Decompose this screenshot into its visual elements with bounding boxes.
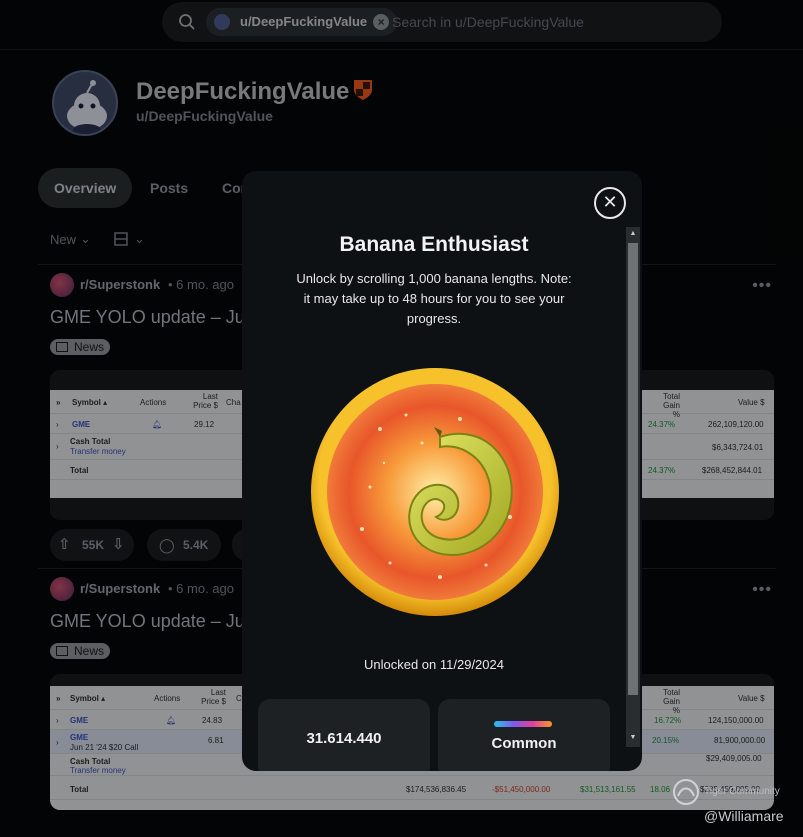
scroll-down-icon[interactable]: ▼ bbox=[628, 733, 638, 743]
rarity-bar bbox=[494, 721, 552, 727]
rarity-label: Common bbox=[491, 735, 557, 752]
achievement-modal: ✕ Banana Enthusiast Unlock by scrolling … bbox=[242, 171, 642, 771]
scrollbar-thumb[interactable] bbox=[628, 243, 638, 695]
banana-medal-image bbox=[311, 368, 559, 616]
unlock-date: Unlocked on 11/29/2024 bbox=[364, 657, 504, 672]
watermark-logo: Tiger Community bbox=[672, 778, 792, 806]
stat-card-rarity: Common bbox=[438, 699, 610, 771]
achievement-description: Unlock by scrolling 1,000 banana lengths… bbox=[296, 271, 572, 326]
achievement-title: Banana Enthusiast bbox=[339, 233, 529, 256]
stat-value: 31.614.440 bbox=[306, 730, 382, 747]
watermark-handle: @Williamare bbox=[704, 808, 784, 824]
tiger-logo-icon bbox=[673, 779, 699, 805]
watermark-brand: Tiger Community bbox=[704, 786, 780, 797]
close-icon[interactable]: ✕ bbox=[594, 187, 626, 219]
profile-page: u/DeepFuckingValue × Search in u/DeepFuc… bbox=[0, 0, 803, 837]
modal-scrollbar[interactable]: ▲ ▼ bbox=[626, 227, 640, 747]
scroll-up-icon[interactable]: ▲ bbox=[628, 229, 638, 239]
stat-card-holders: 31.614.440 bbox=[258, 699, 430, 771]
